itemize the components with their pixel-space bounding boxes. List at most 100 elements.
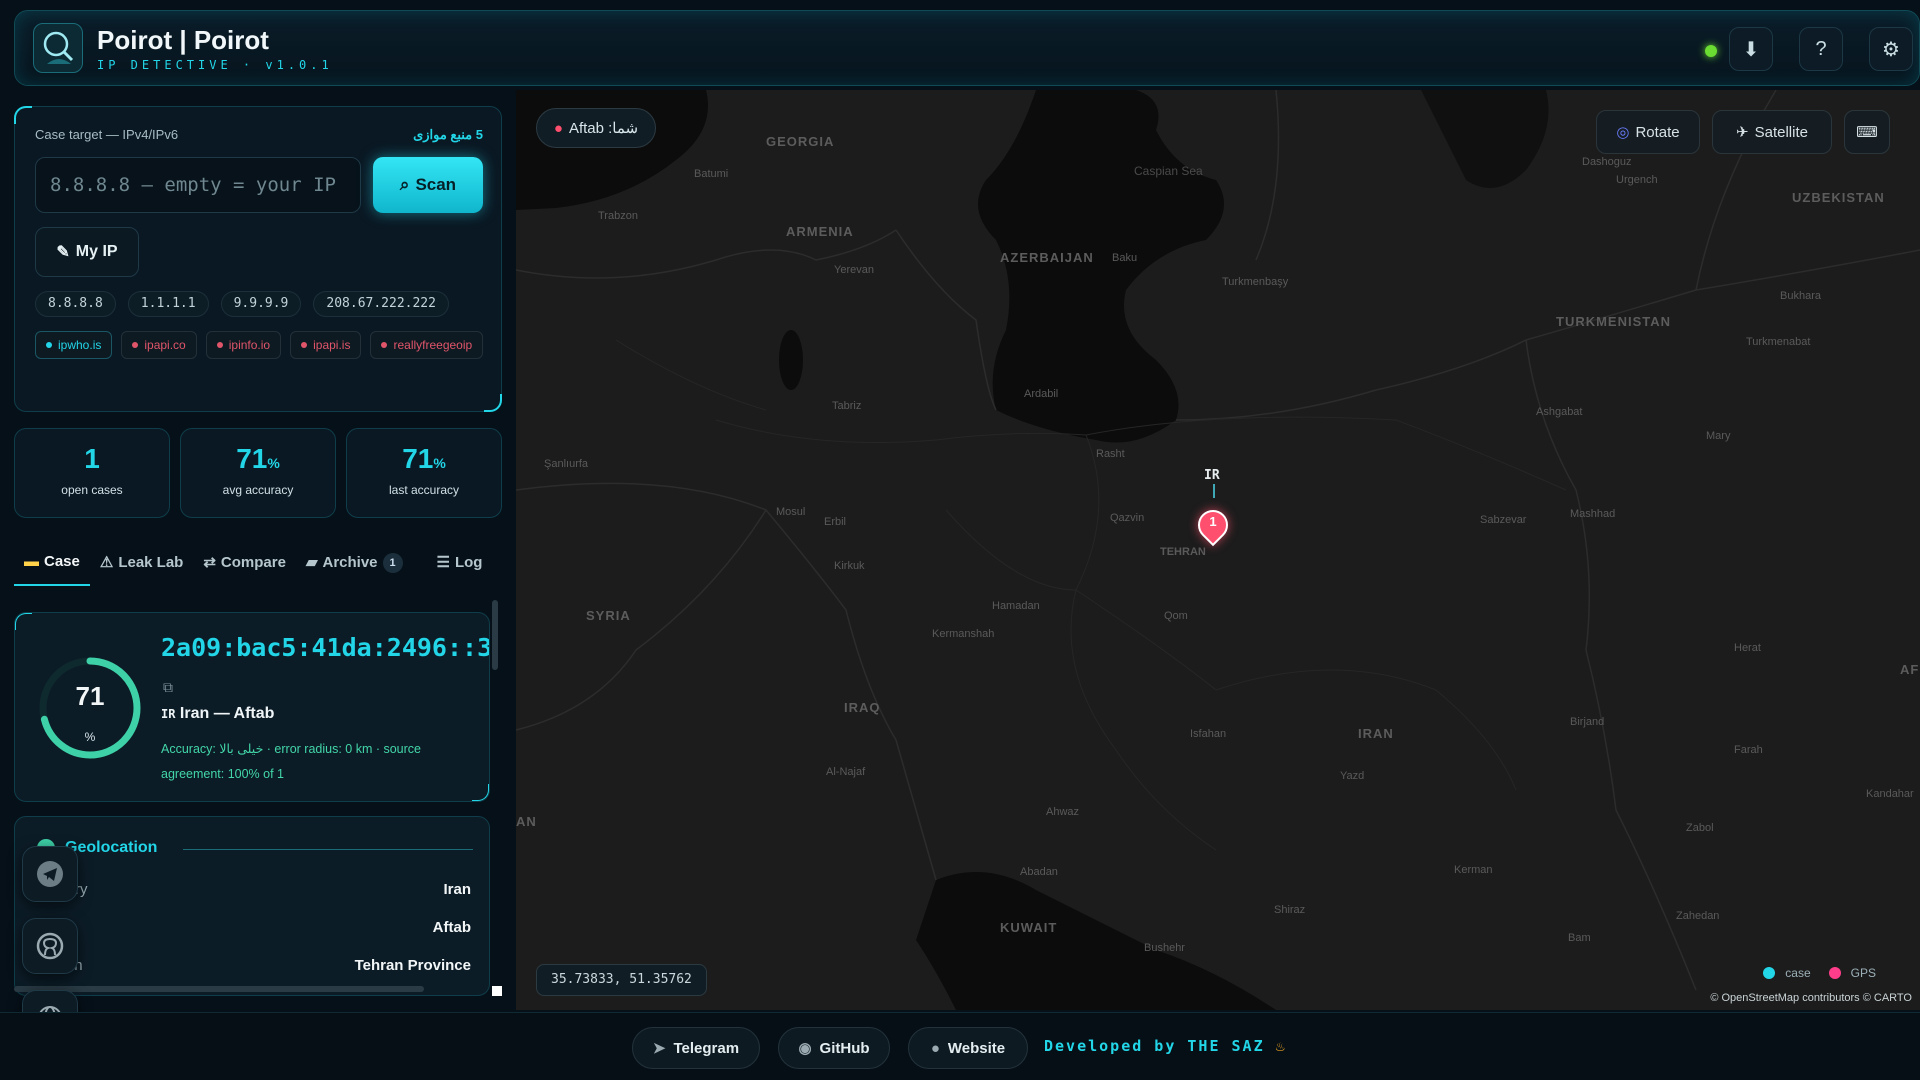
app-header: Poirot | Poirot IP DETECTIVE · v1.0.1 ⬇ … <box>14 10 1920 86</box>
map-city-label: Zabol <box>1686 822 1714 834</box>
map-country-label: GEORGIA <box>766 134 835 149</box>
map-country-label: AN <box>516 814 537 829</box>
vertical-scrollbar[interactable] <box>492 600 498 670</box>
map-city-label: Al-Najaf <box>826 766 866 778</box>
geo-row: RegionTehran Province <box>35 957 471 974</box>
github-link[interactable]: ◉ GitHub <box>778 1027 890 1069</box>
telegram-float-button[interactable] <box>22 846 78 902</box>
legend-gps-dot <box>1828 967 1841 979</box>
source-toggle[interactable]: reallyfreegeoip <box>370 331 484 359</box>
scan-label: Scan <box>415 175 457 194</box>
source-name: ipwho.is <box>58 338 102 352</box>
github-icon: ◉ <box>798 1040 812 1057</box>
quick-ip-chip[interactable]: 9.9.9.9 <box>220 291 302 317</box>
list-icon: ☰ <box>436 554 450 571</box>
map-city-label: Mosul <box>776 506 806 518</box>
gauge-value: 71 <box>76 681 105 711</box>
scroll-corner <box>492 986 502 996</box>
tab-archive[interactable]: ▰ Archive 1 <box>296 540 413 586</box>
parallel-sources-label: 5 منبع موازی <box>413 127 483 142</box>
map-city-label: Ardabil <box>1024 388 1059 400</box>
tab-log[interactable]: ☰ Log <box>427 540 493 586</box>
gear-icon: ⚙ <box>1882 38 1900 61</box>
map-city-label: Zahedan <box>1676 910 1720 922</box>
map-city-label: Abadan <box>1020 866 1058 878</box>
telegram-link[interactable]: ➤ Telegram <box>632 1027 760 1069</box>
download-icon: ⬇ <box>1742 38 1760 61</box>
download-button[interactable]: ⬇ <box>1729 27 1773 71</box>
tab-bar: ▬ Case ⚠ Leak Lab ⇄ Compare ▰ Archive 1 ☰ Log <box>14 540 502 586</box>
stat-label: last accuracy <box>388 483 460 497</box>
copy-icon[interactable]: ⧉ <box>163 679 173 696</box>
source-toggle[interactable]: ipapi.is <box>290 331 362 359</box>
map-city-label: Kandahar <box>1866 788 1914 800</box>
map-attribution: © OpenStreetMap contributors © CARTO <box>1710 992 1912 1004</box>
tab-label: Leak Lab <box>118 554 184 571</box>
rotate-button[interactable]: ◎ Rotate <box>1596 110 1700 154</box>
map-sea-label: Caspian Sea <box>1134 164 1203 178</box>
source-name: reallyfreegeoip <box>393 338 473 352</box>
map-city-label: Mary <box>1706 430 1731 442</box>
location-pill-label: شما: Aftab <box>568 120 639 137</box>
source-status-dot <box>216 342 223 348</box>
stat-last-accuracy: 71% last accuracy <box>346 428 502 518</box>
quick-ip-chip[interactable]: 1.1.1.1 <box>127 291 209 317</box>
tab-compare[interactable]: ⇄ Compare <box>193 540 296 586</box>
source-status-dot <box>381 342 388 348</box>
developer-label: Developed by THE SAZ <box>1044 1037 1265 1055</box>
country-line: Iran — Aftab <box>179 705 275 722</box>
scan-button[interactable]: ⌕ Scan <box>373 157 483 213</box>
source-toggle[interactable]: ipinfo.io <box>205 331 282 359</box>
map-view[interactable]: GEORGIA ARMENIA AZERBAIJAN TURKMENISTAN … <box>516 90 1920 1010</box>
map-city-label: Kermanshah <box>932 628 995 640</box>
marker-country-label: IR <box>1204 468 1220 483</box>
telegram-icon <box>37 861 63 887</box>
geo-row: ISPAftab <box>35 919 471 936</box>
help-icon: ? <box>1815 37 1827 60</box>
tab-case[interactable]: ▬ Case <box>14 540 90 586</box>
geo-row: CountryIran <box>35 881 471 898</box>
satellite-button[interactable]: ✈ Satellite <box>1712 110 1832 154</box>
location-pill[interactable]: ● شما: Aftab <box>536 108 656 148</box>
keyboard-icon: ⌨ <box>1856 124 1878 141</box>
detective-logo-icon <box>33 23 83 73</box>
map-city-label: Qom <box>1164 610 1188 622</box>
stat-label: open cases <box>61 483 123 497</box>
telegram-label: Telegram <box>673 1039 740 1057</box>
case-ip-address: 2a09:bac5:41da:2496::3 <box>161 633 490 662</box>
flame-icon: ♨ <box>1275 1037 1287 1055</box>
source-status-dot <box>46 342 52 348</box>
map-city-label: Rasht <box>1096 448 1125 460</box>
website-link[interactable]: ● Website <box>908 1027 1028 1069</box>
map-city-label: Tabriz <box>832 400 862 412</box>
map-city-label: Yerevan <box>834 264 874 276</box>
warning-icon: ⚠ <box>99 554 114 571</box>
source-toggle[interactable]: ipapi.co <box>121 331 197 359</box>
settings-button[interactable]: ⚙ <box>1869 27 1913 71</box>
telegram-icon: ➤ <box>652 1040 666 1057</box>
keyboard-button[interactable]: ⌨ <box>1844 110 1890 154</box>
map-country-label: KUWAIT <box>1000 920 1058 935</box>
folder-icon: ▬ <box>24 553 39 570</box>
github-float-button[interactable] <box>22 918 78 974</box>
lookup-panel: Case target — IPv4/IPv6 5 منبع موازی 8.8… <box>14 106 502 412</box>
map-city-label: Turkmenabat <box>1746 336 1811 348</box>
quick-ip-chip[interactable]: 208.67.222.222 <box>313 291 449 317</box>
quick-ip-chip[interactable]: 8.8.8.8 <box>35 291 116 317</box>
archive-icon: ▰ <box>305 554 318 571</box>
case-marker-number: 1 <box>1209 514 1217 529</box>
help-button[interactable]: ? <box>1799 27 1843 71</box>
github-icon <box>36 932 64 960</box>
footer: ➤ Telegram ◉ GitHub ● Website Developed by … <box>0 1012 1920 1080</box>
horizontal-scrollbar[interactable] <box>14 986 424 992</box>
map-city-label: Bukhara <box>1780 290 1821 302</box>
tab-label: Compare <box>220 554 286 571</box>
tab-leak-lab[interactable]: ⚠ Leak Lab <box>90 540 193 586</box>
swap-icon: ⇄ <box>203 554 216 571</box>
my-ip-button[interactable]: ✎ My IP <box>35 227 139 277</box>
source-toggle[interactable]: ipwho.is <box>35 331 113 359</box>
ip-input[interactable]: 8.8.8.8 — empty = your IP <box>35 157 361 213</box>
map-city-label: Şanlıurfa <box>544 458 589 470</box>
map-city-label: Shiraz <box>1274 904 1306 916</box>
tab-label: Archive <box>322 554 378 571</box>
